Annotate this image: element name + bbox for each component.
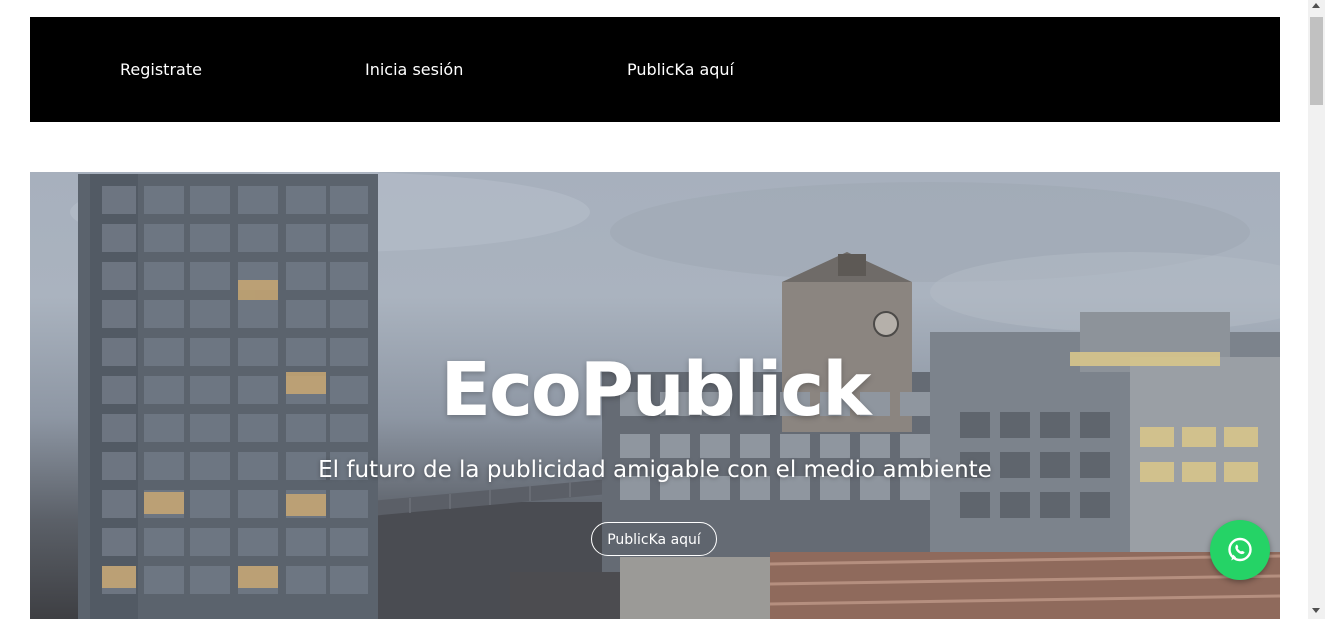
vertical-scrollbar[interactable] — [1308, 0, 1325, 619]
scrollbar-thumb[interactable] — [1310, 17, 1323, 105]
nav-link-register[interactable]: Registrate — [120, 60, 202, 80]
hero-title: EcoPublick — [440, 347, 872, 433]
publish-cta-button[interactable]: PublicKa aquí — [591, 522, 717, 556]
top-navigation-bar: Registrate Inicia sesión PublicKa aquí — [30, 17, 1280, 122]
whatsapp-icon — [1228, 537, 1252, 562]
nav-link-publish[interactable]: PublicKa aquí — [627, 60, 734, 80]
whatsapp-button[interactable] — [1210, 520, 1270, 580]
hero-section: EcoPublick El futuro de la publicidad am… — [30, 172, 1280, 619]
hero-subtitle: El futuro de la publicidad amigable con … — [318, 457, 992, 483]
scroll-up-arrow-icon[interactable] — [1312, 3, 1320, 8]
page: Registrate Inicia sesión PublicKa aquí E… — [0, 0, 1325, 619]
scroll-down-arrow-icon[interactable] — [1312, 608, 1320, 613]
nav-link-login[interactable]: Inicia sesión — [365, 60, 463, 80]
